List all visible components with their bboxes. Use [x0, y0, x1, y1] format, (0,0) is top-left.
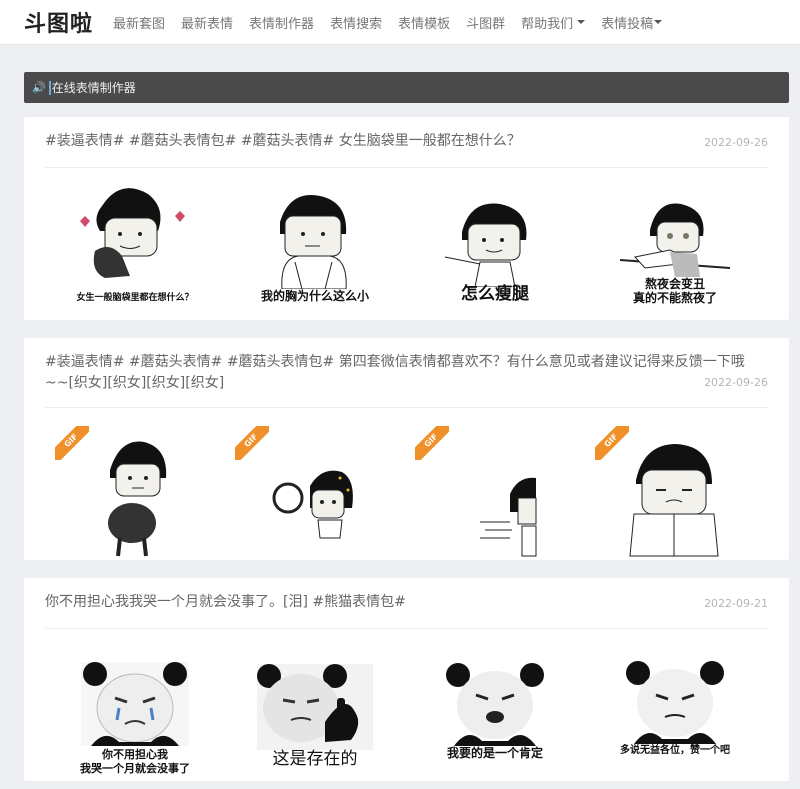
emoji-thumbnail[interactable]: 熬夜会变丑 真的不能熬夜了 [585, 179, 765, 319]
emoji-thumbnail[interactable]: 我的胸为什么这么小 [225, 179, 405, 319]
mushroom-head-gif [629, 444, 719, 557]
emoji-thumbnail[interactable]: 多说无益各位，赞一个吧 [585, 640, 765, 780]
emoji-thumbnail[interactable]: GIF [45, 418, 225, 558]
emoji-thumbnail[interactable]: GIF [225, 418, 405, 558]
image-caption: 我的胸为什么这么小 [260, 289, 369, 303]
gif-badge: GIF [595, 426, 629, 460]
panda-face-image [81, 662, 189, 746]
mushroom-head-image [619, 203, 731, 277]
emoji-thumbnail[interactable]: 我要的是一个肯定 [405, 640, 585, 780]
nav-emoji-search[interactable]: 表情搜索 [330, 13, 382, 32]
image-caption: 怎么瘦腿 [461, 284, 529, 304]
chevron-down-icon [654, 20, 663, 24]
nav-emoji-templates[interactable]: 表情模板 [398, 13, 450, 32]
image-caption: 我哭一个月就会没事了 [80, 762, 190, 775]
emoji-set-card: 你不用担心我我哭一个月就会没事了。[泪] #熊猫表情包# 2022-09-21 … [24, 578, 789, 781]
card-title[interactable]: #装逼表情# #蘑菇头表情# #蘑菇头表情包# 第四套微信表情都喜欢不？有什么意… [45, 352, 768, 394]
mushroom-head-image [444, 203, 527, 287]
nav-help-us-dropdown[interactable]: 帮助我们 [521, 13, 586, 32]
gif-badge: GIF [55, 426, 89, 460]
image-caption: 你不用担心我 [102, 748, 168, 761]
nav-emoji-maker[interactable]: 表情制作器 [249, 13, 314, 32]
emoji-thumbnail[interactable]: 这是存在的 [225, 640, 405, 780]
thumbnail-row: 你不用担心我 我哭一个月就会没事了 这是存在的 我要的是一个肯定 多说无益各位，… [45, 640, 768, 780]
panda-face-image [446, 663, 544, 746]
announcement-bar: 🔊 在线表情制作器 [24, 72, 789, 103]
mushroom-head-image [80, 188, 185, 278]
emoji-thumbnail[interactable]: GIF [585, 418, 765, 558]
image-caption: 我要的是一个肯定 [446, 746, 543, 760]
nav-doutu-group[interactable]: 斗图群 [466, 13, 505, 32]
image-caption: 多说无益各位，赞一个吧 [620, 745, 730, 756]
emoji-thumbnail[interactable]: 你不用担心我 我哭一个月就会没事了 [45, 640, 225, 780]
panda-face-image [626, 661, 724, 744]
emoji-set-card: #装逼表情# #蘑菇头表情包# #蘑菇头表情# 女生脑袋里一般都在想什么？ 20… [24, 117, 789, 320]
emoji-thumbnail[interactable]: 女生一般脑袋里都在想什么？ [45, 179, 225, 319]
card-divider [45, 407, 768, 408]
gif-badge: GIF [415, 426, 449, 460]
image-caption: 这是存在的 [272, 749, 358, 769]
card-date: 2022-09-26 [704, 376, 768, 389]
announcement-link[interactable]: 在线表情制作器 [52, 79, 136, 96]
emoji-thumbnail[interactable]: GIF [405, 418, 585, 558]
emoji-thumbnail[interactable]: 怎么瘦腿 [405, 179, 585, 319]
speaker-icon: 🔊 [32, 81, 46, 94]
emoji-set-card: #装逼表情# #蘑菇头表情# #蘑菇头表情包# 第四套微信表情都喜欢不？有什么意… [24, 338, 789, 560]
nav-submit-dropdown[interactable]: 表情投稿 [601, 13, 663, 32]
card-date: 2022-09-21 [704, 597, 768, 610]
chevron-down-icon [577, 20, 586, 24]
card-divider [45, 167, 768, 168]
panda-face-image [257, 664, 373, 750]
nav-latest-emoji[interactable]: 最新表情 [181, 13, 233, 32]
card-title[interactable]: 你不用担心我我哭一个月就会没事了。[泪] #熊猫表情包# [45, 592, 768, 613]
mushroom-head-gif [108, 441, 167, 557]
nav-latest-sets[interactable]: 最新套图 [113, 13, 165, 32]
nav-submit-label: 表情投稿 [601, 16, 654, 32]
text-cursor [48, 80, 51, 95]
thumbnail-row: GIF GIF GIF GIF [45, 418, 768, 558]
top-navbar: 斗图啦 最新套图 最新表情 表情制作器 表情搜索 表情模板 斗图群 帮助我们 表… [0, 0, 800, 45]
image-caption: 熬夜会变丑 [644, 277, 705, 291]
card-date: 2022-09-26 [704, 136, 768, 149]
card-title[interactable]: #装逼表情# #蘑菇头表情包# #蘑菇头表情# 女生脑袋里一般都在想什么？ [45, 131, 768, 152]
image-caption: 女生一般脑袋里都在想什么？ [76, 293, 194, 303]
site-logo[interactable]: 斗图啦 [24, 6, 93, 38]
card-divider [45, 628, 768, 629]
mushroom-head-image [280, 195, 347, 289]
mushroom-head-gif [480, 477, 537, 557]
thumbnail-row: 女生一般脑袋里都在想什么？ 我的胸为什么这么小 怎么瘦腿 熬夜会变丑 真的不能熬… [45, 179, 768, 319]
mushroom-head-gif [272, 470, 353, 539]
gif-badge: GIF [235, 426, 269, 460]
nav-help-us-label: 帮助我们 [521, 16, 574, 32]
image-caption: 真的不能熬夜了 [632, 291, 717, 305]
